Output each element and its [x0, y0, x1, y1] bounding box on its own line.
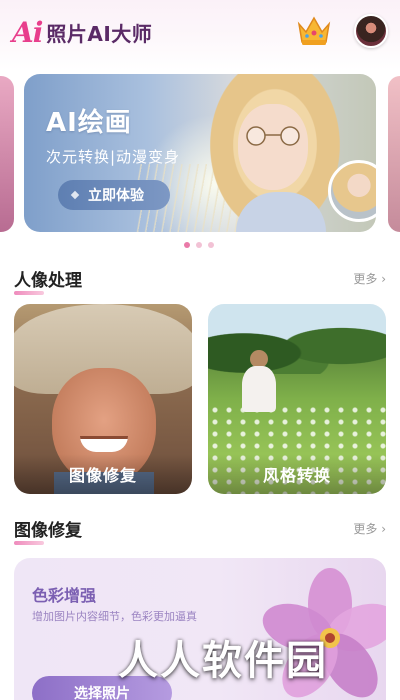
user-avatar[interactable]: [354, 14, 388, 48]
background-trees: [208, 304, 386, 374]
banner-subtitle: 次元转换|动漫变身: [46, 148, 181, 166]
section-title-repair-text: 图像修复: [14, 521, 82, 541]
running-child: [238, 350, 278, 422]
card-label-image-repair: 图像修复: [14, 454, 192, 494]
glasses-icon: [246, 126, 300, 146]
pager-dot[interactable]: [196, 242, 202, 248]
section-underline: [14, 541, 44, 545]
section-title-portrait: 人像处理: [14, 266, 82, 295]
banner-title: AI绘画: [46, 108, 132, 138]
card-image-repair[interactable]: 图像修复: [14, 304, 192, 494]
section-underline: [14, 291, 44, 295]
section-title-repair: 图像修复: [14, 516, 82, 545]
more-link-repair[interactable]: 更多 ›: [353, 520, 386, 537]
app-header: Ai 照片AI大师: [0, 0, 400, 64]
carousel-next-card[interactable]: [388, 76, 400, 232]
diamond-icon: [70, 190, 80, 200]
color-enhance-description: 增加图片内容细节，色彩更加逼真: [32, 610, 197, 623]
try-now-label: 立即体验: [88, 188, 144, 204]
pager-dot[interactable]: [208, 242, 214, 248]
color-enhance-title: 色彩增强: [32, 586, 97, 605]
card-style-transfer[interactable]: 风格转换: [208, 304, 386, 494]
child-dress: [242, 366, 276, 412]
logo-app-name: 照片AI大师: [46, 21, 153, 46]
card-label-style-transfer: 风格转换: [208, 454, 386, 494]
carousel-pager: [184, 242, 214, 248]
more-link-portrait[interactable]: 更多 ›: [353, 270, 386, 287]
pager-dot[interactable]: [184, 242, 190, 248]
logo-ai-mark: Ai: [12, 15, 43, 49]
section-title-portrait-text: 人像处理: [14, 271, 82, 291]
banner-ai-painting[interactable]: AI绘画 次元转换|动漫变身 立即体验: [24, 74, 376, 232]
carousel-prev-card[interactable]: [0, 76, 14, 232]
try-now-button[interactable]: 立即体验: [58, 180, 170, 210]
banner-girl-face: [238, 104, 308, 190]
app-logo: Ai 照片AI大师: [12, 15, 153, 49]
site-watermark: 人人软件园: [118, 638, 328, 684]
crown-icon[interactable]: [296, 14, 332, 48]
